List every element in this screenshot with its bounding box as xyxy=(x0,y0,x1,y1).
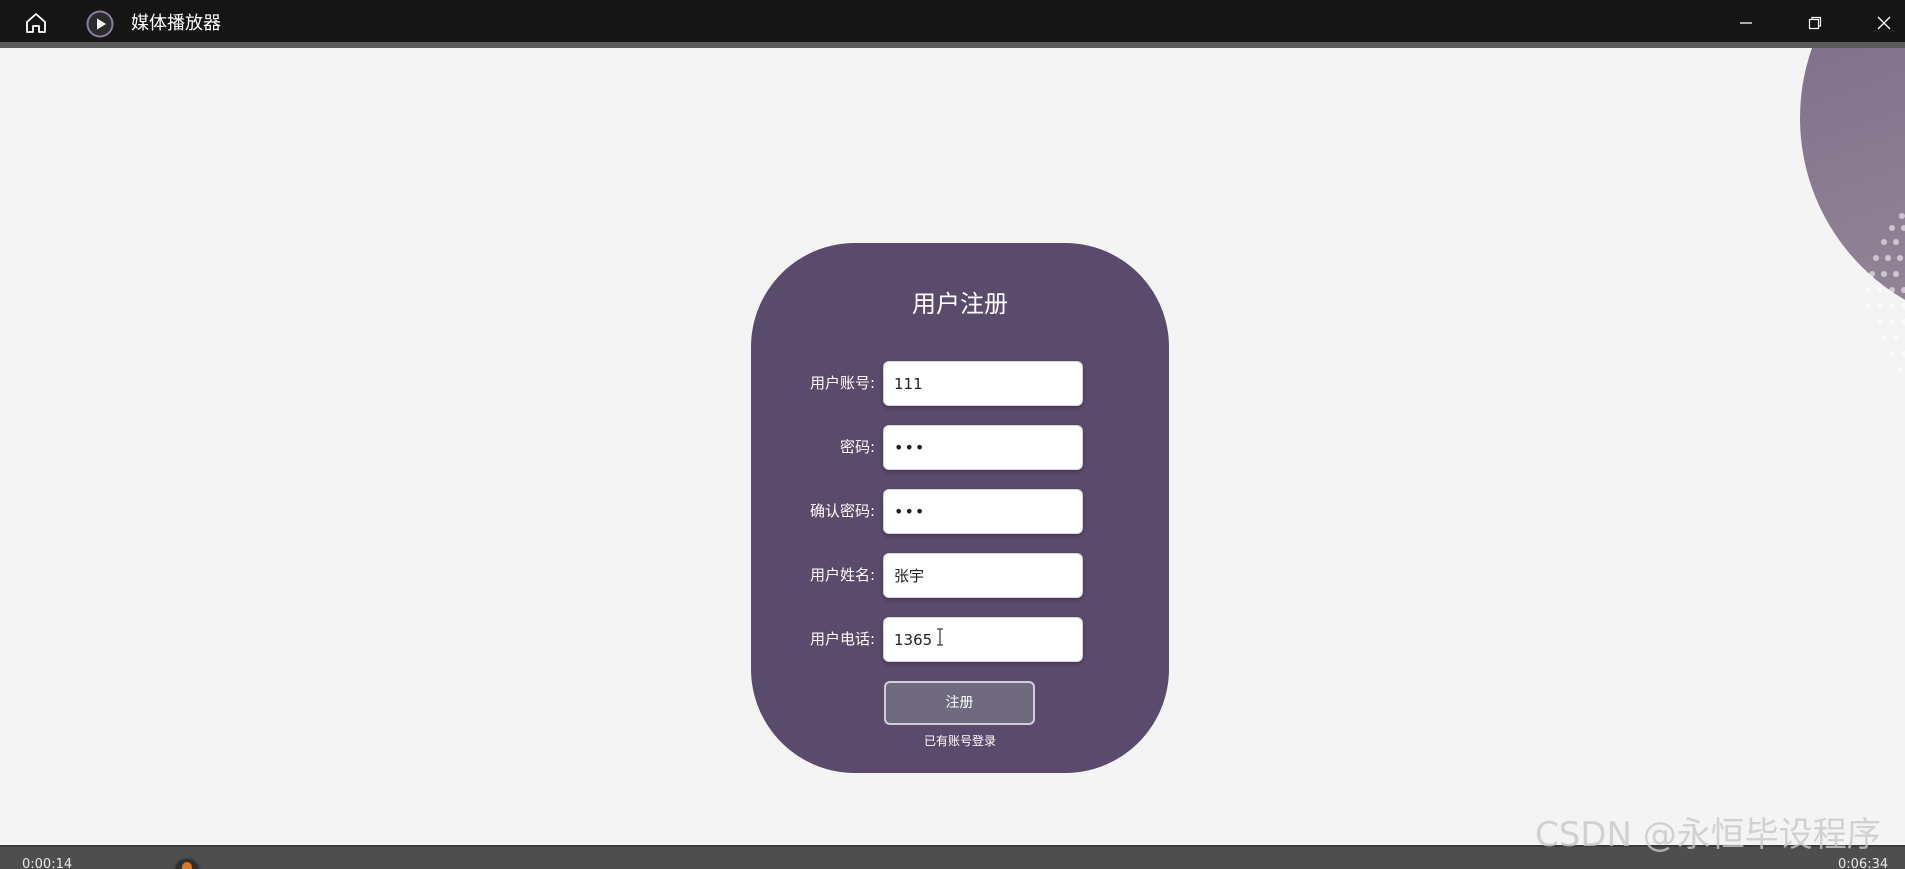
text-cursor-icon xyxy=(937,628,943,646)
home-icon xyxy=(26,13,46,33)
account-input[interactable] xyxy=(883,361,1083,406)
elapsed-time: 0:00:14 xyxy=(22,857,73,869)
decorative-dots xyxy=(1865,213,1905,373)
phone-input[interactable] xyxy=(883,617,1083,662)
minimize-button[interactable] xyxy=(1728,9,1764,37)
phone-label: 用户电话: xyxy=(809,630,875,648)
close-icon xyxy=(1877,16,1891,30)
window-title: 媒体播放器 xyxy=(131,13,221,34)
form-row-password: 密码: xyxy=(751,425,1169,470)
register-button[interactable]: 注册 xyxy=(884,681,1035,725)
total-time: 0:06:34 xyxy=(1838,857,1889,869)
main-content: 用户注册 用户账号: 密码: 确认密码: 用户姓名: 用户电话: 注册 已有账号… xyxy=(0,48,1905,845)
password-input[interactable] xyxy=(883,425,1083,470)
close-button[interactable] xyxy=(1866,9,1902,37)
form-row-phone: 用户电话: xyxy=(751,617,1169,662)
form-row-account: 用户账号: xyxy=(751,361,1169,406)
confirm-password-input[interactable] xyxy=(883,489,1083,534)
name-input[interactable] xyxy=(883,553,1083,598)
account-label: 用户账号: xyxy=(809,374,875,392)
restore-icon xyxy=(1808,16,1822,30)
media-player-logo-icon xyxy=(86,10,114,38)
register-title: 用户注册 xyxy=(912,290,1008,318)
form-row-name: 用户姓名: xyxy=(751,553,1169,598)
title-bar: 媒体播放器 xyxy=(0,0,1905,48)
seek-slider-handle[interactable] xyxy=(173,857,201,869)
form-row-confirm-password: 确认密码: xyxy=(751,489,1169,534)
restore-button[interactable] xyxy=(1797,9,1833,37)
home-button[interactable] xyxy=(20,9,52,37)
minimize-icon xyxy=(1740,22,1752,24)
watermark: CSDN @永恒毕设程序 xyxy=(1535,815,1881,855)
register-card: 用户注册 用户账号: 密码: 确认密码: 用户姓名: 用户电话: 注册 已有账号… xyxy=(751,243,1169,773)
confirm-password-label: 确认密码: xyxy=(809,502,875,520)
name-label: 用户姓名: xyxy=(809,566,875,584)
password-label: 密码: xyxy=(839,438,875,456)
login-link[interactable]: 已有账号登录 xyxy=(751,733,1169,749)
